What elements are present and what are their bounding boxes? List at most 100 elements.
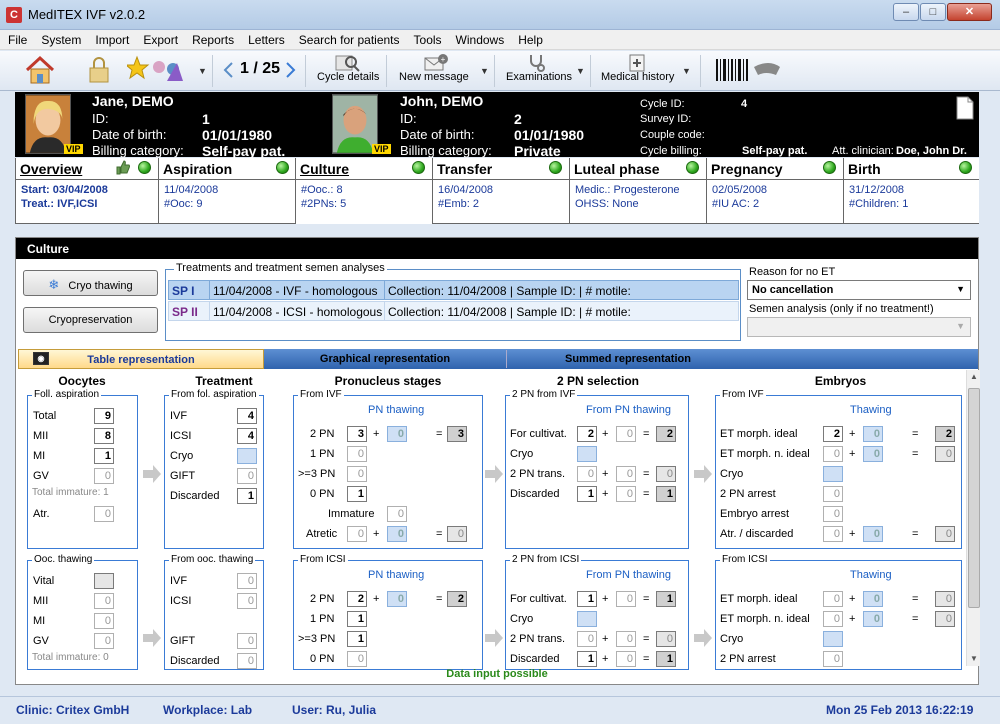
home-icon[interactable] xyxy=(24,55,56,85)
2pn-thawing-input[interactable]: 0 xyxy=(387,426,407,442)
stethoscope-icon[interactable] xyxy=(526,53,546,73)
cryopreservation-button[interactable]: Cryopreservation xyxy=(23,307,158,333)
discarded-thawing-input[interactable]: 0 xyxy=(616,651,636,667)
et-n-ideal-thawing-input[interactable]: 0 xyxy=(863,611,883,627)
next-arrow-icon[interactable] xyxy=(285,61,297,79)
et-n-ideal-thawing-input[interactable]: 0 xyxy=(863,446,883,462)
cycle-details-label[interactable]: Cycle details xyxy=(317,71,379,83)
et-n-ideal-input[interactable]: 0 xyxy=(823,446,843,462)
2pn-input[interactable]: 3 xyxy=(347,426,367,442)
2pn-trans-thawing-input[interactable]: 0 xyxy=(616,466,636,482)
cryo-input[interactable] xyxy=(823,631,843,647)
2pn-trans-thawing-input[interactable]: 0 xyxy=(616,631,636,647)
discarded-input[interactable]: 0 xyxy=(237,653,257,669)
semen-analysis-select[interactable]: ▼ xyxy=(747,317,971,337)
icsi-input[interactable]: 4 xyxy=(237,428,257,444)
immature-input[interactable]: 0 xyxy=(387,506,407,522)
barcode-scanner-icon[interactable] xyxy=(714,57,784,85)
0pn-input[interactable]: 0 xyxy=(347,651,367,667)
et-ideal-thawing-input[interactable]: 0 xyxy=(863,426,883,442)
tab-table-representation[interactable]: ◉ Table representation xyxy=(18,349,264,369)
2pn-trans-input[interactable]: 0 xyxy=(577,631,597,647)
menu-windows[interactable]: Windows xyxy=(448,30,511,47)
1pn-input[interactable]: 0 xyxy=(347,446,367,462)
1pn-input[interactable]: 1 xyxy=(347,611,367,627)
mi-input[interactable]: 0 xyxy=(94,613,114,629)
menu-import[interactable]: Import xyxy=(87,30,135,47)
scrollbar-thumb[interactable] xyxy=(968,388,980,608)
minimize-button[interactable]: – xyxy=(893,3,919,21)
examinations-dropdown-icon[interactable]: ▼ xyxy=(576,66,585,76)
vital-input[interactable] xyxy=(94,573,114,589)
tab-summed-representation[interactable]: Summed representation xyxy=(507,349,749,369)
vertical-scrollbar[interactable]: ▲ ▼ xyxy=(966,370,980,666)
tab-overview[interactable]: Overview Start: 03/04/2008 Treat.: IVF,I… xyxy=(16,158,159,224)
cryo-thawing-button[interactable]: ❄ Cryo thawing xyxy=(23,270,158,296)
total-input[interactable]: 9 xyxy=(94,408,114,424)
2pn-trans-input[interactable]: 0 xyxy=(577,466,597,482)
document-icon[interactable] xyxy=(955,96,975,120)
couple-icon[interactable] xyxy=(127,55,191,85)
medical-history-dropdown-icon[interactable]: ▼ xyxy=(682,66,691,76)
new-message-dropdown-icon[interactable]: ▼ xyxy=(480,66,489,76)
menu-file[interactable]: File xyxy=(0,30,33,47)
2pn-arrest-input[interactable]: 0 xyxy=(823,651,843,667)
scroll-down-icon[interactable]: ▼ xyxy=(970,654,978,663)
tab-graphical-representation[interactable]: Graphical representation xyxy=(264,349,506,369)
menu-tools[interactable]: Tools xyxy=(406,30,448,47)
menu-letters[interactable]: Letters xyxy=(240,30,291,47)
menu-search-patients[interactable]: Search for patients xyxy=(291,30,406,47)
menu-system[interactable]: System xyxy=(33,30,87,47)
cultivat-input[interactable]: 1 xyxy=(577,591,597,607)
mii-input[interactable]: 8 xyxy=(94,428,114,444)
treatment-row[interactable]: SP II 11/04/2008 - ICSI - homologous Col… xyxy=(168,301,739,321)
gift-input[interactable]: 0 xyxy=(237,633,257,649)
tab-culture[interactable]: Culture #Ooc.: 8 #2PNs: 5 xyxy=(296,158,433,224)
et-n-ideal-input[interactable]: 0 xyxy=(823,611,843,627)
cultivat-thawing-input[interactable]: 0 xyxy=(616,426,636,442)
et-ideal-input[interactable]: 0 xyxy=(823,591,843,607)
discarded-input[interactable]: 1 xyxy=(577,486,597,502)
mi-input[interactable]: 1 xyxy=(94,448,114,464)
ivf-input[interactable]: 0 xyxy=(237,573,257,589)
atr-input[interactable]: 0 xyxy=(94,506,114,522)
new-message-label[interactable]: New message xyxy=(399,71,469,83)
cultivat-thawing-input[interactable]: 0 xyxy=(616,591,636,607)
discarded-input[interactable]: 1 xyxy=(577,651,597,667)
cryo-input[interactable] xyxy=(577,611,597,627)
discarded-input[interactable]: 1 xyxy=(237,488,257,504)
cryo-input[interactable] xyxy=(237,448,257,464)
mii-input[interactable]: 0 xyxy=(94,593,114,609)
tab-pregnancy[interactable]: Pregnancy 02/05/2008 #IU AC: 2 xyxy=(707,158,844,224)
gv-input[interactable]: 0 xyxy=(94,468,114,484)
embryo-arrest-input[interactable]: 0 xyxy=(823,506,843,522)
menu-help[interactable]: Help xyxy=(510,30,549,47)
treatment-row[interactable]: SP I 11/04/2008 - IVF - homologous Colle… xyxy=(168,280,739,300)
discarded-thawing-input[interactable]: 0 xyxy=(616,486,636,502)
0pn-input[interactable]: 1 xyxy=(347,486,367,502)
3pn-input[interactable]: 1 xyxy=(347,631,367,647)
cryo-input[interactable] xyxy=(577,446,597,462)
icsi-input[interactable]: 0 xyxy=(237,593,257,609)
atretic-thawing-input[interactable]: 0 xyxy=(387,526,407,542)
atretic-input[interactable]: 0 xyxy=(347,526,367,542)
scroll-up-icon[interactable]: ▲ xyxy=(970,372,978,381)
tab-transfer[interactable]: Transfer 16/04/2008 #Emb: 2 xyxy=(433,158,570,224)
et-ideal-thawing-input[interactable]: 0 xyxy=(863,591,883,607)
cryo-input[interactable] xyxy=(823,466,843,482)
gv-input[interactable]: 0 xyxy=(94,633,114,649)
tab-aspiration[interactable]: Aspiration 11/04/2008 #Ooc: 9 xyxy=(159,158,296,224)
tab-birth[interactable]: Birth 31/12/2008 #Children: 1 xyxy=(844,158,979,224)
gift-input[interactable]: 0 xyxy=(237,468,257,484)
medical-history-icon[interactable] xyxy=(628,53,646,73)
2pn-thawing-input[interactable]: 0 xyxy=(387,591,407,607)
maximize-button[interactable]: □ xyxy=(920,3,946,21)
discarded-input[interactable]: 0 xyxy=(823,526,843,542)
et-ideal-input[interactable]: 2 xyxy=(823,426,843,442)
2pn-arrest-input[interactable]: 0 xyxy=(823,486,843,502)
3pn-input[interactable]: 0 xyxy=(347,466,367,482)
tab-luteal-phase[interactable]: Luteal phase Medic.: Progesterone OHSS: … xyxy=(570,158,707,224)
medical-history-label[interactable]: Medical history xyxy=(601,71,674,83)
mail-icon[interactable]: + xyxy=(423,53,449,73)
ivf-input[interactable]: 4 xyxy=(237,408,257,424)
